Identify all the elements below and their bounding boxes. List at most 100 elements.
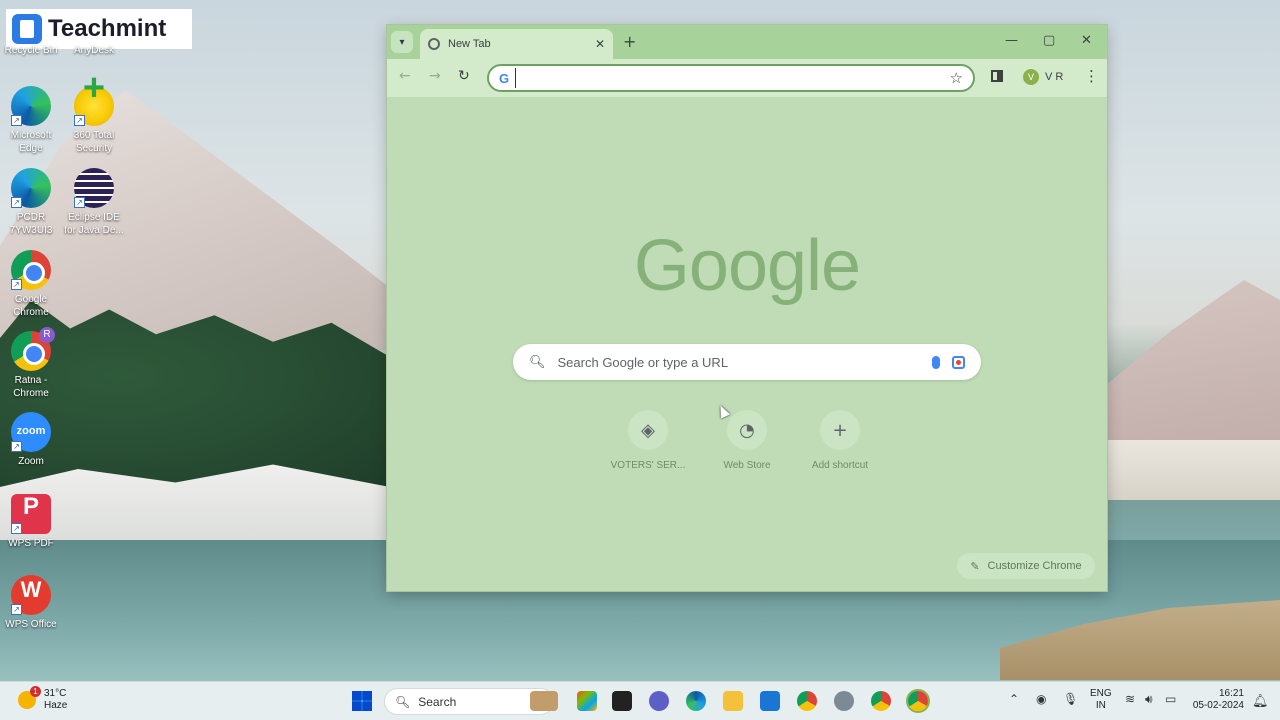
lang-code: ENG (1090, 688, 1112, 699)
search-highlight-icon[interactable] (530, 691, 558, 711)
search-placeholder: Search Google or type a URL (557, 354, 729, 370)
desktop-icon-360-total-security[interactable]: ↗ 360 Total Security (63, 82, 125, 155)
zoom-icon: ↗ (11, 412, 51, 452)
chrome-profile-taskbar-icon[interactable] (797, 691, 817, 711)
desktop-icon-label: Microsoft Edge (10, 130, 52, 154)
edge-profile-icon: ↗ (11, 168, 51, 208)
shortcut-add[interactable]: + Add shortcut (795, 410, 885, 471)
desktop-icon-label: Zoom (18, 456, 44, 467)
shortcut-voters-service[interactable]: ◈ VOTERS' SER... (603, 410, 693, 471)
maximize-button[interactable]: ▢ (1043, 33, 1055, 48)
shortcut-label: Web Store (723, 460, 771, 471)
mic-icon[interactable] (932, 355, 940, 369)
desktop-icon-zoom[interactable]: ↗ Zoom (0, 412, 62, 468)
input-language[interactable]: ENG IN (1090, 688, 1112, 712)
shortcut-arrow-icon: ↗ (11, 197, 22, 208)
battery-icon[interactable]: ▭ (1165, 692, 1176, 706)
mail-icon[interactable] (760, 691, 780, 711)
shortcut-arrow-icon: ↗ (74, 197, 85, 208)
microphone-icon[interactable]: 🎙︎ (1063, 692, 1078, 706)
desktop-icon-label: PCDR 7YW3UI3 (9, 212, 53, 236)
tab-title: New Tab (448, 38, 491, 50)
back-button[interactable]: ← (399, 68, 411, 84)
desktop-icon-label: AnyDesk (73, 45, 114, 56)
taskbar-search[interactable]: 🔍︎ Search (384, 688, 554, 715)
toolbar: ← → ↻ G ☆ V V R ⋮ (387, 59, 1107, 97)
desktop-icon-edge[interactable]: ↗ Microsoft Edge (0, 86, 62, 155)
wifi-icon[interactable]: ≋ (1125, 692, 1135, 706)
chrome-profile-icon (11, 327, 55, 371)
avatar: V (1023, 69, 1039, 85)
edge-taskbar-icon[interactable] (686, 691, 706, 711)
desktop-icon-wps-pdf[interactable]: ↗ WPS PDF (0, 494, 62, 550)
widgets-icon[interactable] (577, 691, 597, 711)
desktop-icon-pcdr[interactable]: ↗ PCDR 7YW3UI3 (0, 168, 62, 237)
google-logo: Google (633, 226, 861, 306)
desktop-icon-ratna-chrome[interactable]: Ratna - Chrome (0, 327, 62, 400)
teachmint-logo-text: Teachmint (48, 15, 167, 42)
profile-button[interactable]: V V R (1023, 69, 1063, 85)
task-view-icon[interactable] (612, 691, 632, 711)
tab-search-button[interactable]: ▾ (391, 31, 413, 53)
profile-name: V R (1045, 71, 1064, 83)
file-explorer-icon[interactable] (723, 691, 743, 711)
windows-start-icon[interactable] (352, 691, 372, 711)
google-lens-icon[interactable] (952, 355, 965, 369)
address-input[interactable] (515, 68, 950, 88)
customize-label: Customize Chrome (987, 560, 1082, 572)
desktop-icon-label: WPS Office (5, 619, 57, 630)
lang-region: IN (1095, 700, 1106, 711)
desktop-icon-google-chrome[interactable]: ↗ Google Chrome (0, 250, 62, 319)
voters-site-icon: ◈ (628, 410, 668, 450)
weather-widget[interactable]: 31°C Haze (18, 686, 68, 712)
side-panel-icon[interactable] (991, 70, 1003, 82)
search-icon: 🔍︎ (529, 354, 546, 370)
edge-icon: ↗ (11, 86, 51, 126)
minimize-button[interactable]: — (1005, 33, 1018, 48)
title-bar: ▾ New Tab ✕ + — ▢ ✕ (387, 25, 1107, 59)
chrome-active-taskbar-icon[interactable] (908, 691, 928, 711)
reload-button[interactable]: ↻ (458, 68, 470, 84)
close-window-button[interactable]: ✕ (1081, 33, 1092, 48)
address-bar[interactable]: G ☆ (487, 64, 975, 92)
google-g-icon: G (499, 70, 510, 86)
shortcut-arrow-icon: ↗ (11, 523, 22, 534)
shortcut-arrow-icon: ↗ (11, 441, 22, 452)
bookmark-star-icon[interactable]: ☆ (950, 69, 963, 87)
volume-icon[interactable]: 🔊︎ (1145, 692, 1153, 707)
teams-chat-icon[interactable] (649, 691, 669, 711)
temperature: 31°C (44, 688, 67, 699)
chrome-tab-icon (428, 38, 440, 50)
search-box[interactable]: 🔍︎ Search Google or type a URL (513, 344, 981, 380)
shortcut-web-store[interactable]: ◔ Web Store (702, 410, 792, 471)
chrome-taskbar-icon[interactable] (871, 691, 891, 711)
forward-button[interactable]: → (429, 68, 441, 84)
teachmint-mark-icon (12, 14, 42, 44)
desktop-icon-label: 360 Total Security (73, 130, 115, 154)
desktop-icon-anydesk[interactable]: AnyDesk (63, 44, 125, 57)
desktop-icon-recycle-bin[interactable]: Recycle Bin (0, 44, 62, 57)
pencil-icon: ✎ (970, 560, 980, 573)
menu-dots-icon[interactable]: ⋮ (1084, 67, 1099, 85)
desktop-icon-label: Google Chrome (13, 294, 49, 318)
notification-bell-icon[interactable]: 🔔︎ (1252, 693, 1269, 709)
taskbar: 31°C Haze 🔍︎ Search ⌃ ◉ 🎙︎ ENG IN ≋ 🔊︎ ▭… (0, 681, 1280, 720)
teachmint-logo: Teachmint (6, 9, 192, 49)
desktop-icon-eclipse[interactable]: ↗ Eclipse IDE for Java De... (63, 168, 125, 237)
weather-condition: Haze (44, 700, 68, 711)
desktop-icon-wps-office[interactable]: ↗ WPS Office (0, 575, 62, 631)
tab-new-tab[interactable]: New Tab ✕ (420, 29, 613, 59)
new-tab-page: Google 🔍︎ Search Google or type a URL ◈ … (387, 97, 1107, 591)
desktop-icon-label: WPS PDF (8, 538, 54, 549)
search-icon: 🔍︎ (395, 694, 411, 709)
date: 05-02-2024 (1192, 700, 1244, 711)
eclipse-icon: ↗ (74, 168, 114, 208)
chrome-icon: ↗ (11, 250, 51, 290)
customize-chrome-button[interactable]: ✎ Customize Chrome (957, 553, 1095, 579)
settings-gear-icon[interactable] (834, 691, 854, 711)
clock[interactable]: 16:21 05-02-2024 (1190, 688, 1244, 712)
tab-close-icon[interactable]: ✕ (595, 37, 605, 51)
chevron-up-icon[interactable]: ⌃ (1009, 692, 1019, 706)
security-tray-icon[interactable]: ◉ (1036, 692, 1046, 706)
new-tab-button[interactable]: + (623, 32, 636, 51)
